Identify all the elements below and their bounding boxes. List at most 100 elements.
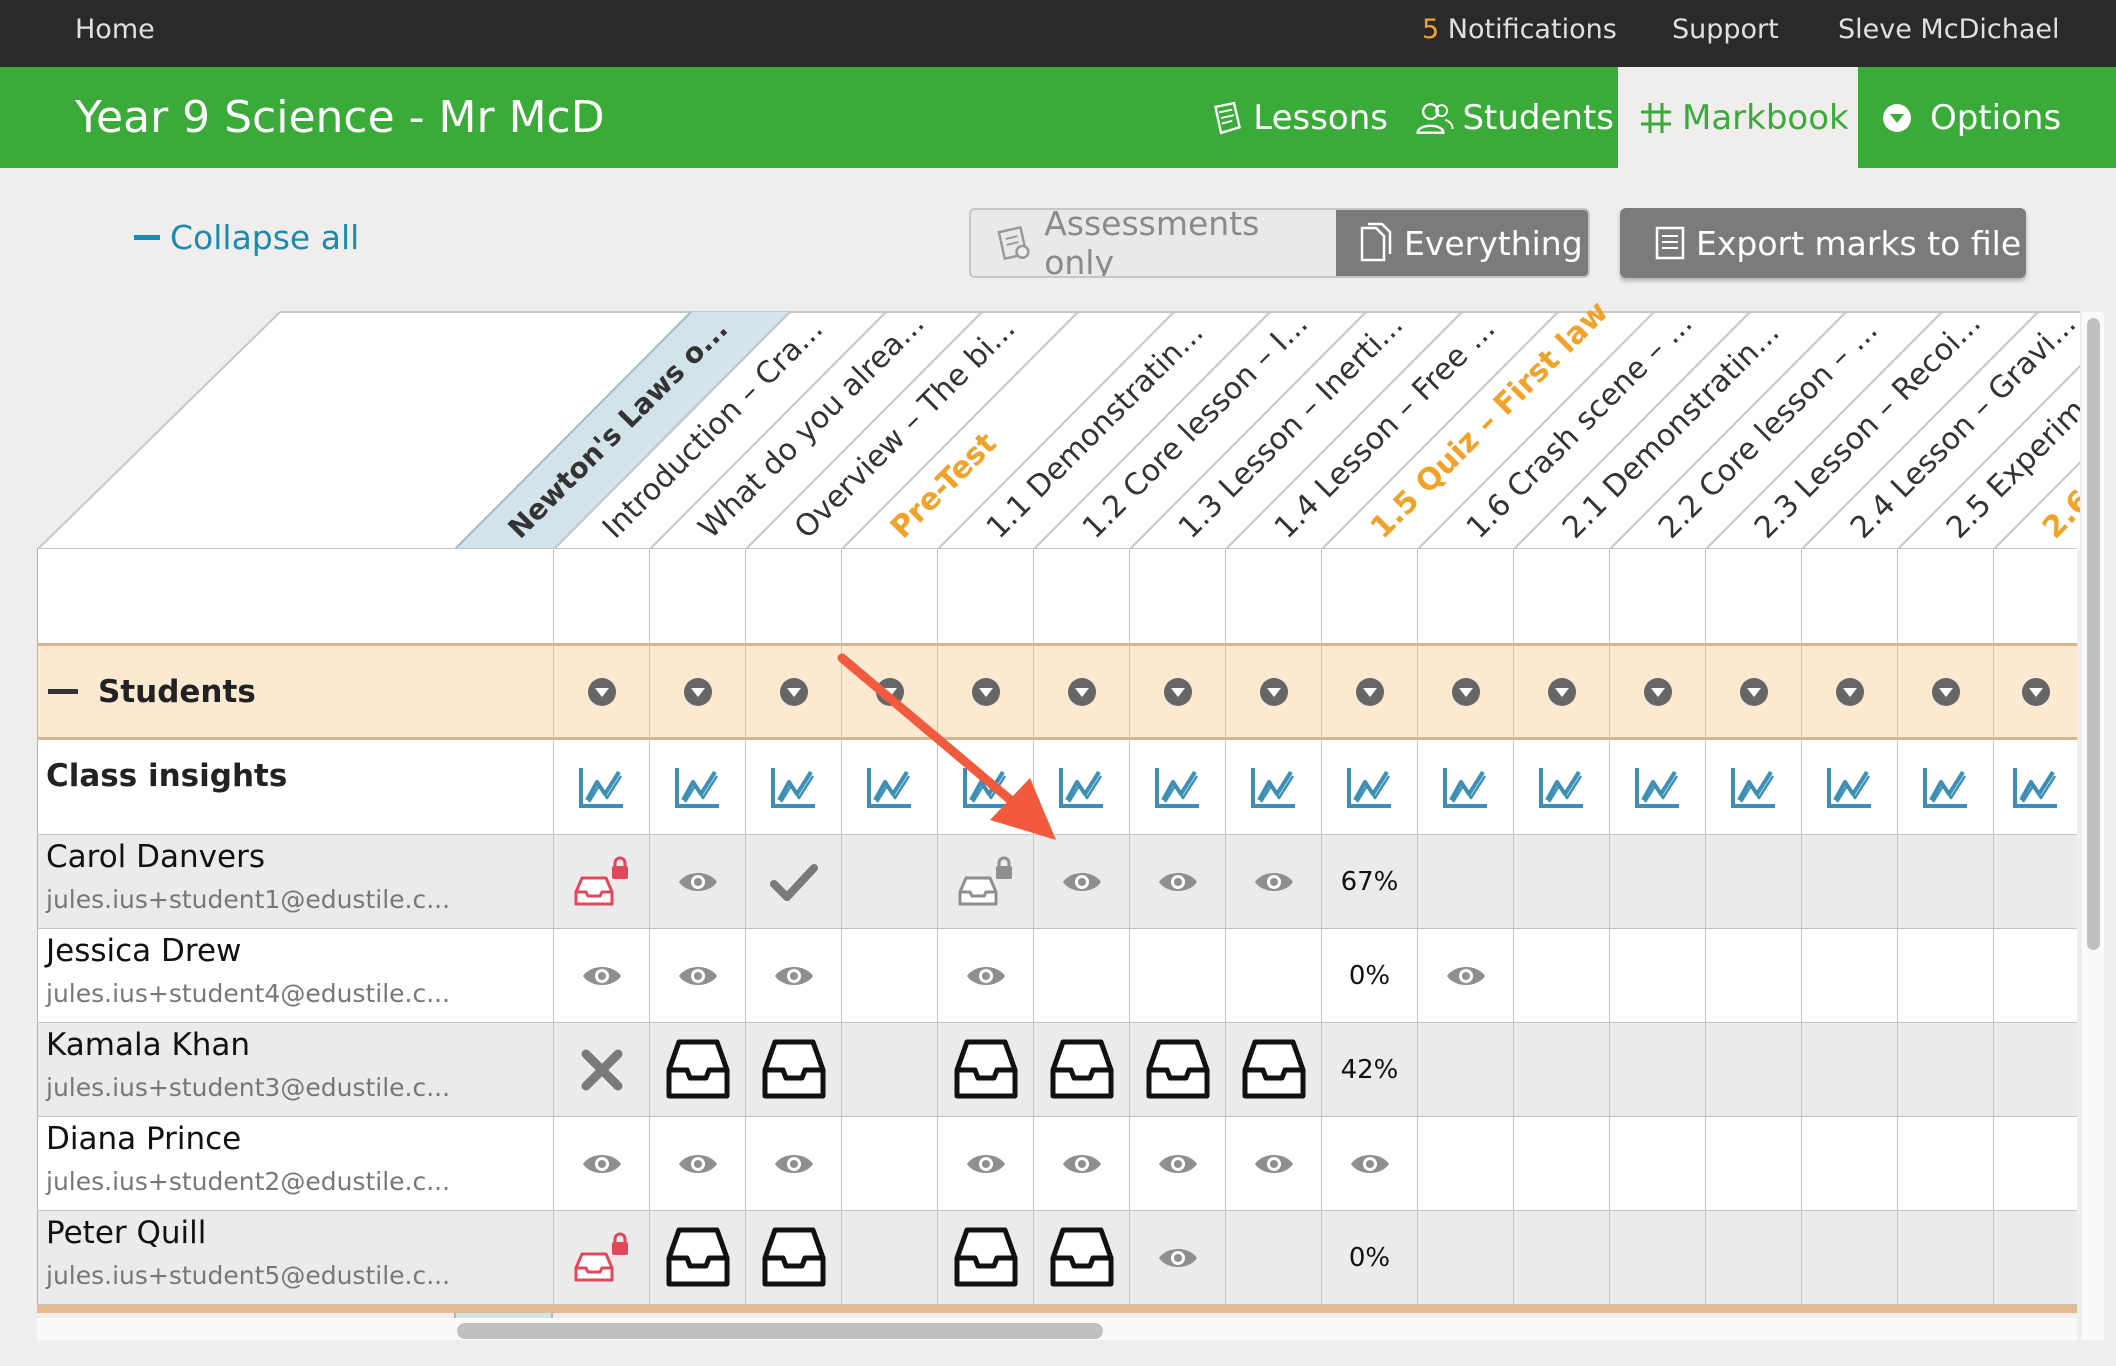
mark-cell[interactable] [1705,1211,1801,1304]
mark-cell[interactable] [841,1211,937,1304]
column-dropdown-cell[interactable] [1513,646,1609,737]
nav-options[interactable]: Options [1880,67,2080,168]
mark-cell[interactable]: 67% [1321,835,1417,928]
mark-cell[interactable] [1129,1211,1225,1304]
column-dropdown-cell[interactable] [1609,646,1705,737]
mark-cell[interactable] [1225,835,1321,928]
mark-cell[interactable] [1705,1023,1801,1116]
mark-cell[interactable] [1993,835,2077,928]
mark-cell[interactable] [1993,1117,2077,1210]
mark-cell[interactable] [1609,929,1705,1022]
mark-cell[interactable] [1897,1023,1993,1116]
mark-cell[interactable] [745,1211,841,1304]
class-insight-cell[interactable] [1609,740,1705,834]
mark-cell[interactable] [1225,1117,1321,1210]
mark-cell[interactable] [553,835,649,928]
mark-cell[interactable]: 42% [1321,1023,1417,1116]
mark-cell[interactable] [937,1023,1033,1116]
mark-cell[interactable]: 0% [1321,1211,1417,1304]
student-label-cell[interactable]: Carol Danvers jules.ius+student1@edustile… [37,835,453,928]
mark-cell[interactable]: 0% [1321,929,1417,1022]
mark-cell[interactable] [1321,1117,1417,1210]
home-link[interactable]: Home [75,12,155,48]
mark-cell[interactable] [1897,1117,1993,1210]
column-dropdown-cell[interactable] [1225,646,1321,737]
mark-cell[interactable] [1801,1117,1897,1210]
column-dropdown-cell[interactable] [1705,646,1801,737]
class-insight-cell[interactable] [1129,740,1225,834]
mark-cell[interactable] [1993,1211,2077,1304]
everything-option[interactable]: Everything [1336,210,1588,276]
mark-cell[interactable] [1801,929,1897,1022]
mark-cell[interactable] [649,835,745,928]
mark-cell[interactable] [1705,929,1801,1022]
mark-cell[interactable] [1705,835,1801,928]
mark-cell[interactable] [1417,835,1513,928]
mark-cell[interactable] [1129,1117,1225,1210]
mark-cell[interactable] [1417,1023,1513,1116]
support-link[interactable]: Support [1672,12,1779,48]
class-insight-cell[interactable] [1897,740,1993,834]
class-insight-cell[interactable] [1225,740,1321,834]
mark-cell[interactable] [1129,929,1225,1022]
mark-cell[interactable] [649,929,745,1022]
mark-cell[interactable] [1897,835,1993,928]
mark-cell[interactable] [745,1023,841,1116]
mark-cell[interactable] [1513,1211,1609,1304]
mark-cell[interactable] [841,1023,937,1116]
mark-cell[interactable] [745,1117,841,1210]
mark-cell[interactable] [553,929,649,1022]
mark-cell[interactable] [1513,1023,1609,1116]
notifications-link[interactable]: 5 Notifications [1422,12,1617,48]
nav-lessons[interactable]: Lessons [1208,67,1388,168]
mark-cell[interactable] [1801,1211,1897,1304]
mark-cell[interactable] [1417,929,1513,1022]
mark-cell[interactable] [1033,1117,1129,1210]
mark-cell[interactable] [937,1117,1033,1210]
mark-cell[interactable] [1417,1211,1513,1304]
mark-cell[interactable] [1993,1023,2077,1116]
class-insight-cell[interactable] [1993,740,2077,834]
horizontal-scrollbar[interactable] [457,1323,1103,1339]
mark-cell[interactable] [1225,1023,1321,1116]
mark-cell[interactable] [1513,929,1609,1022]
column-dropdown-cell[interactable] [1129,646,1225,737]
mark-cell[interactable] [1417,1117,1513,1210]
mark-cell[interactable] [937,1211,1033,1304]
class-insight-cell[interactable] [1417,740,1513,834]
export-marks-button[interactable]: Export marks to file [1620,208,2026,278]
column-dropdown-cell[interactable] [1897,646,1993,737]
mark-cell[interactable] [649,1117,745,1210]
mark-cell[interactable] [1897,929,1993,1022]
mark-cell[interactable] [1801,835,1897,928]
mark-cell[interactable] [1993,929,2077,1022]
mark-cell[interactable] [553,1023,649,1116]
class-insight-cell[interactable] [649,740,745,834]
collapse-all-link[interactable]: Collapse all [134,218,359,257]
mark-cell[interactable] [553,1211,649,1304]
student-label-cell[interactable]: Jessica Drew jules.ius+student4@edustile.… [37,929,453,1022]
user-menu[interactable]: Sleve McDichael [1838,12,2059,48]
column-dropdown-cell[interactable] [649,646,745,737]
column-dropdown-cell[interactable] [1993,646,2077,737]
mark-cell[interactable] [1033,929,1129,1022]
mark-cell[interactable] [1033,1023,1129,1116]
mark-cell[interactable] [1513,1117,1609,1210]
column-dropdown-cell[interactable] [1321,646,1417,737]
nav-students[interactable]: Students [1414,67,1614,168]
student-label-cell[interactable]: Kamala Khan jules.ius+student3@edustile.c… [37,1023,453,1116]
mark-cell[interactable] [1129,835,1225,928]
column-dropdown-cell[interactable] [553,646,649,737]
class-insight-cell[interactable] [553,740,649,834]
mark-cell[interactable] [1609,1211,1705,1304]
class-insight-cell[interactable] [1705,740,1801,834]
mark-cell[interactable] [841,1117,937,1210]
mark-cell[interactable] [1513,835,1609,928]
mark-cell[interactable] [1609,1023,1705,1116]
assessments-only-option[interactable]: Assessments only [971,210,1334,276]
mark-cell[interactable] [1609,1117,1705,1210]
mark-cell[interactable] [649,1211,745,1304]
class-insight-cell[interactable] [1801,740,1897,834]
mark-cell[interactable] [1225,1211,1321,1304]
mark-cell[interactable] [1801,1023,1897,1116]
